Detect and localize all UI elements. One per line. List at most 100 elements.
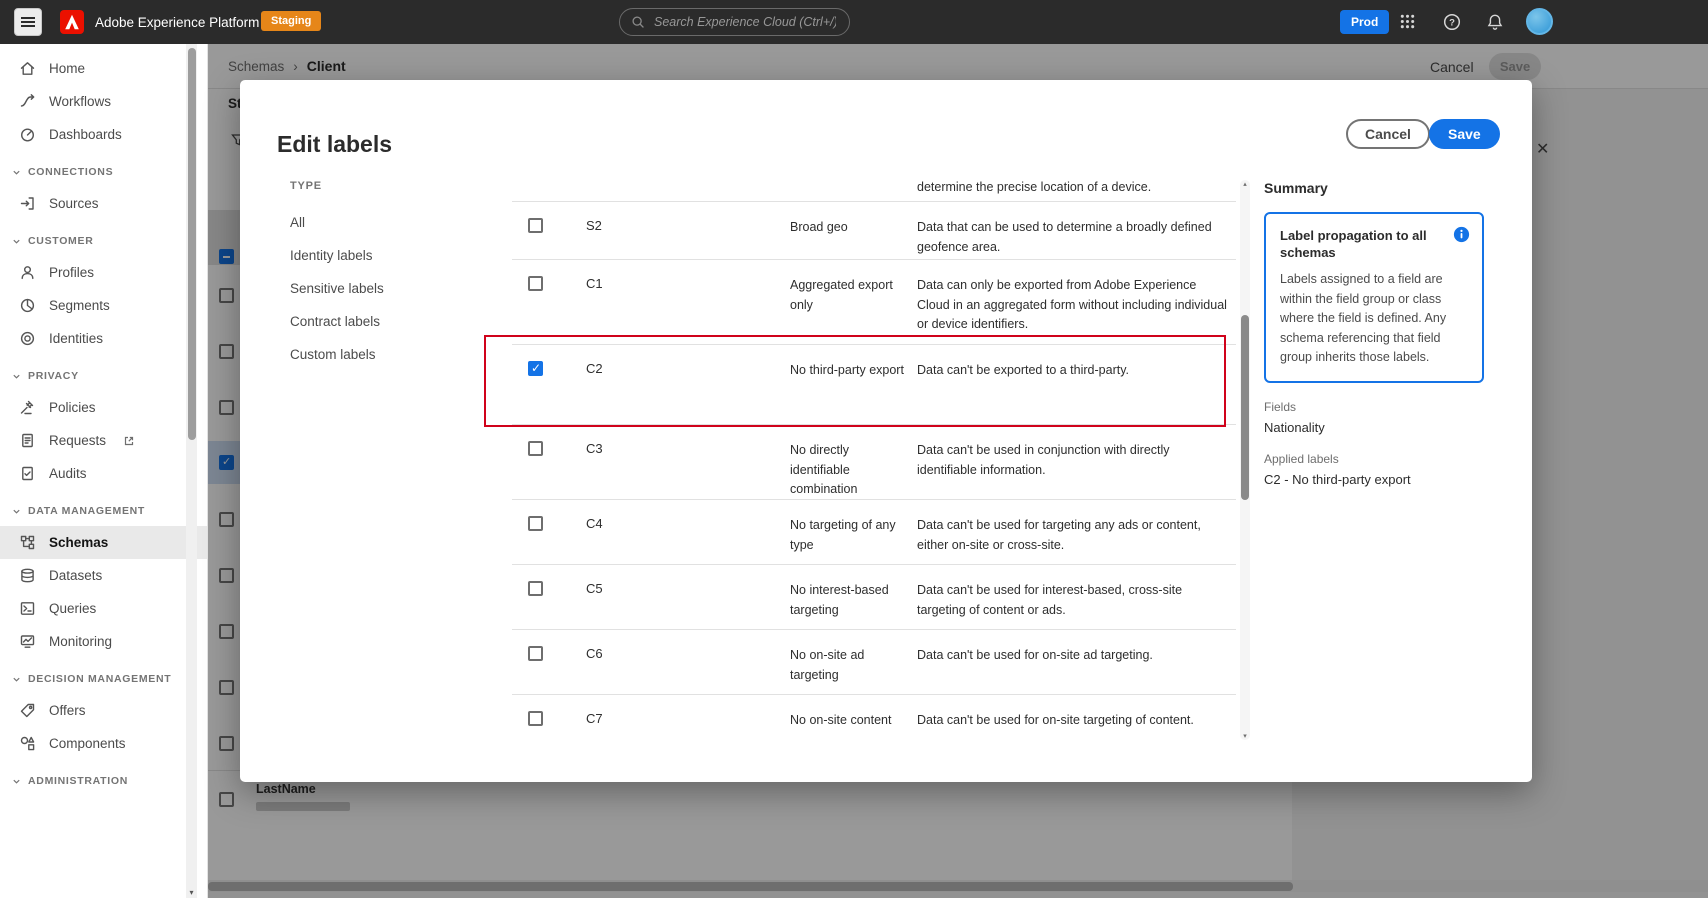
global-search[interactable] xyxy=(619,8,850,36)
sidebar-item-requests[interactable]: Requests xyxy=(0,424,207,457)
hamburger-menu-button[interactable] xyxy=(14,8,42,36)
sidebar-item-queries[interactable]: Queries xyxy=(0,592,207,625)
sidebar-section-data-management[interactable]: DATA MANAGEMENT xyxy=(0,496,207,526)
sidebar-item-audits[interactable]: Audits xyxy=(0,457,207,490)
modal-title: Edit labels xyxy=(277,131,393,158)
components-icon xyxy=(20,736,35,751)
sidebar-scrollbar[interactable]: ▾ xyxy=(186,44,197,898)
external-link-icon xyxy=(124,436,134,445)
profiles-icon xyxy=(21,266,34,280)
sidebar-item-identities[interactable]: Identities xyxy=(0,322,207,355)
label-row-C1[interactable]: C1 Aggregated export only Data can only … xyxy=(512,260,1236,345)
sidebar-section-customer[interactable]: CUSTOMER xyxy=(0,226,207,256)
home-icon xyxy=(20,62,35,75)
sidebar-section-administration[interactable]: ADMINISTRATION xyxy=(0,766,207,796)
application-window: Adobe Experience Platform Staging Prod ?… xyxy=(0,0,1708,898)
filter-option-all[interactable]: All xyxy=(290,206,485,239)
product-title: Adobe Experience Platform xyxy=(95,15,260,30)
sidebar-item-profiles[interactable]: Profiles xyxy=(0,256,207,289)
sidebar-item-label: Workflows xyxy=(49,94,112,109)
label-code: C4 xyxy=(586,516,603,531)
label-row-C6[interactable]: C6 No on-site ad targeting Data can't be… xyxy=(512,630,1236,695)
sidebar-item-policies[interactable]: Policies xyxy=(0,391,207,424)
sidebar-item-components[interactable]: Components xyxy=(0,727,207,760)
sidebar-section-privacy[interactable]: PRIVACY xyxy=(0,361,207,391)
modal-cancel-button[interactable]: Cancel xyxy=(1346,119,1430,149)
sidebar-section-title: CONNECTIONS xyxy=(28,166,114,178)
applied-labels-value: C2 - No third-party export xyxy=(1264,471,1411,487)
highlight-annotation-rectangle xyxy=(484,335,1226,427)
sidebar-item-label: Datasets xyxy=(49,568,103,583)
checkbox-C6[interactable] xyxy=(528,646,543,661)
modal-save-button[interactable]: Save xyxy=(1429,119,1500,149)
edit-labels-modal: Edit labels Cancel Save TYPE All Identit… xyxy=(240,80,1532,782)
chevron-down-icon xyxy=(13,239,20,244)
label-code: C7 xyxy=(586,711,603,726)
labels-table-scrollbar[interactable]: ▴ ▾ xyxy=(1240,180,1250,740)
datasets-icon xyxy=(21,568,34,583)
label-row-C7[interactable]: C7 No on-site content Data can't be used… xyxy=(512,695,1236,740)
sidebar-item-segments[interactable]: Segments xyxy=(0,289,207,322)
checkbox-C7[interactable] xyxy=(528,711,543,726)
chevron-down-icon xyxy=(13,509,20,514)
label-name: No interest-based targeting xyxy=(790,583,889,617)
fields-value: Nationality xyxy=(1264,419,1325,435)
checkbox-C3[interactable] xyxy=(528,441,543,456)
sidebar-item-dashboards[interactable]: Dashboards xyxy=(0,118,207,151)
sidebar-item-monitoring[interactable]: Monitoring xyxy=(0,625,207,658)
apps-grid-button[interactable] xyxy=(1398,13,1416,31)
apps-grid-icon xyxy=(1400,14,1414,29)
info-icon[interactable] xyxy=(1453,226,1470,248)
labels-table-scrollbar-thumb[interactable] xyxy=(1241,315,1249,500)
help-icon: ? xyxy=(1443,13,1461,31)
sidebar-item-label: Queries xyxy=(49,601,97,616)
sidebar-section-title: ADMINISTRATION xyxy=(28,775,129,787)
segments-icon xyxy=(20,298,35,313)
checkbox-S2[interactable] xyxy=(528,218,543,233)
label-row-C5[interactable]: C5 No interest-based targeting Data can'… xyxy=(512,565,1236,630)
environment-badge: Staging xyxy=(261,11,322,31)
sidebar-item-sources[interactable]: Sources xyxy=(0,187,207,220)
label-code: C1 xyxy=(586,276,603,291)
filter-option-contract[interactable]: Contract labels xyxy=(290,305,485,338)
sidebar-scrollbar-thumb[interactable] xyxy=(187,48,196,440)
sidebar-item-workflows[interactable]: Workflows xyxy=(0,85,207,118)
checkbox-C1[interactable] xyxy=(528,276,543,291)
sidebar-item-datasets[interactable]: Datasets xyxy=(0,559,207,592)
filter-option-custom[interactable]: Custom labels xyxy=(290,338,485,371)
summary-panel: Summary Label propagation to all schemas… xyxy=(1264,180,1492,487)
sidebar-item-offers[interactable]: Offers xyxy=(0,694,207,727)
scroll-up-icon[interactable]: ▴ xyxy=(1240,180,1250,188)
sidebar-item-label: Policies xyxy=(49,400,96,415)
identities-icon xyxy=(20,331,35,346)
sidebar-item-home[interactable]: Home xyxy=(0,52,207,85)
sidebar-section-title: DATA MANAGEMENT xyxy=(28,505,146,517)
top-bar: Adobe Experience Platform Staging Prod ? xyxy=(0,0,1708,44)
notifications-button[interactable] xyxy=(1486,13,1504,31)
fields-heading: Fields xyxy=(1264,399,1297,414)
label-code: C6 xyxy=(586,646,603,661)
label-row-S2[interactable]: S2 Broad geo Data that can be used to de… xyxy=(512,202,1236,260)
checkbox-C4[interactable] xyxy=(528,516,543,531)
sidebar-section-connections[interactable]: CONNECTIONS xyxy=(0,157,207,187)
label-row-C4[interactable]: C4 No targeting of any type Data can't b… xyxy=(512,500,1236,565)
filter-option-identity[interactable]: Identity labels xyxy=(290,239,485,272)
sidebar-item-label: Components xyxy=(49,736,126,751)
sidebar-section-decision-management[interactable]: DECISION MANAGEMENT xyxy=(0,664,207,694)
chevron-down-icon xyxy=(13,374,20,379)
applied-labels-heading: Applied labels xyxy=(1264,451,1339,466)
sidebar-item-label: Sources xyxy=(49,196,99,211)
checkbox-C5[interactable] xyxy=(528,581,543,596)
scroll-down-icon[interactable]: ▾ xyxy=(1240,732,1250,740)
label-name: Broad geo xyxy=(790,220,848,234)
label-row-C3[interactable]: C3 No directly identifiable combination … xyxy=(512,425,1236,500)
user-avatar[interactable] xyxy=(1526,8,1553,35)
help-button[interactable]: ? xyxy=(1443,13,1461,31)
dashboards-icon xyxy=(20,128,35,142)
sidebar-item-schemas[interactable]: Schemas xyxy=(0,526,207,559)
prod-environment-button[interactable]: Prod xyxy=(1340,10,1390,34)
scroll-down-icon[interactable]: ▾ xyxy=(186,888,197,897)
label-description: Data can't be used for targeting any ads… xyxy=(917,518,1201,552)
search-input[interactable] xyxy=(652,14,838,30)
filter-option-sensitive[interactable]: Sensitive labels xyxy=(290,272,485,305)
